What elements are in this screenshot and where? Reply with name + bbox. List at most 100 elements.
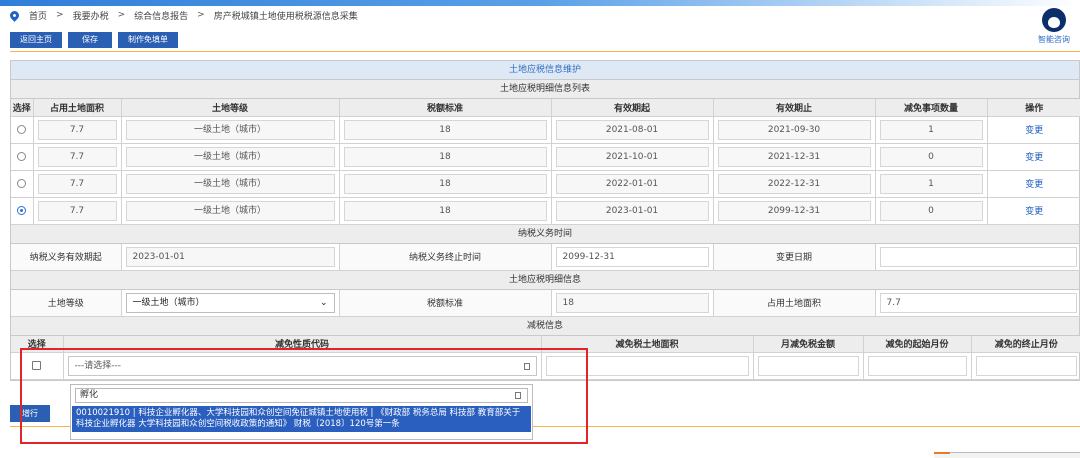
breadcrumb-tax-service[interactable]: 我要办税 bbox=[73, 9, 109, 22]
change-link[interactable]: 变更 bbox=[1025, 126, 1043, 136]
obligation-title: 纳税义务时间 bbox=[11, 224, 1079, 244]
monthly-reduction-field[interactable] bbox=[757, 356, 859, 376]
table-row: ---请选择--- bbox=[11, 352, 1080, 380]
area-cell: 7.7 bbox=[37, 119, 117, 140]
detail-info-title: 土地应税明细信息 bbox=[11, 270, 1079, 290]
start-month-field[interactable] bbox=[867, 356, 967, 376]
end-date-cell: 2099-12-31 bbox=[717, 200, 871, 221]
area-cell: 7.7 bbox=[37, 200, 117, 221]
breadcrumb-separator: > bbox=[56, 10, 64, 20]
change-date-field[interactable] bbox=[879, 246, 1077, 267]
detail-info-table: 土地等级 一级土地（城市） ⌄ 税额标准 18 占用土地面积 7.7 bbox=[11, 289, 1080, 317]
save-button[interactable]: 保存 bbox=[68, 32, 112, 48]
dropdown-search-input[interactable]: 孵化 bbox=[75, 388, 528, 403]
breadcrumb: 首页 > 我要办税 > 综合信息报告 > 房产税城镇土地使用税税源信息采集 bbox=[8, 8, 358, 22]
return-home-button[interactable]: 返回主页 bbox=[10, 32, 62, 48]
end-date-cell: 2021-12-31 bbox=[717, 146, 871, 167]
end-date-cell: 2022-12-31 bbox=[717, 173, 871, 194]
standard-cell: 18 bbox=[343, 200, 547, 221]
change-link[interactable]: 变更 bbox=[1025, 180, 1043, 190]
change-link[interactable]: 变更 bbox=[1025, 153, 1043, 163]
area-field[interactable]: 7.7 bbox=[879, 292, 1077, 313]
start-date-cell: 2021-08-01 bbox=[555, 119, 709, 140]
table-row: 7.7 一级土地（城市） 18 2023-01-01 2099-12-31 0 … bbox=[11, 197, 1080, 225]
row-select-radio[interactable] bbox=[17, 178, 27, 188]
grade-select[interactable]: 一级土地（城市） ⌄ bbox=[125, 292, 335, 313]
grade-select-value: 一级土地（城市） bbox=[132, 297, 205, 308]
area-cell: 7.7 bbox=[37, 146, 117, 167]
breadcrumb-home[interactable]: 首页 bbox=[29, 9, 47, 22]
standard-label: 税额标准 bbox=[339, 289, 552, 317]
row-select-radio[interactable] bbox=[17, 124, 27, 134]
count-cell: 1 bbox=[879, 119, 983, 140]
table-row: 7.7 一级土地（城市） 18 2022-01-01 2022-12-31 1 … bbox=[11, 170, 1080, 198]
obligation-start-label: 纳税义务有效期起 bbox=[11, 243, 122, 271]
col-header: 有效期起 bbox=[551, 99, 714, 117]
add-row-button[interactable]: 增行 bbox=[10, 405, 50, 422]
grade-cell: 一级土地（城市） bbox=[125, 119, 335, 140]
search-clear-icon bbox=[515, 392, 521, 399]
col-header: 减免事项数量 bbox=[875, 99, 988, 117]
reduction-title: 减税信息 bbox=[11, 316, 1079, 336]
reduction-row-checkbox[interactable] bbox=[32, 361, 42, 370]
col-header: 减免税土地面积 bbox=[541, 335, 754, 353]
dropdown-search-value: 孵化 bbox=[80, 390, 99, 400]
detail-table-header: 选择 占用土地面积 土地等级 税额标准 有效期起 有效期止 减免事项数量 操作 bbox=[11, 99, 1080, 117]
standard-field: 18 bbox=[555, 292, 709, 313]
standard-cell: 18 bbox=[343, 173, 547, 194]
end-month-field[interactable] bbox=[975, 356, 1077, 376]
count-cell: 0 bbox=[879, 200, 983, 221]
grade-cell: 一级土地（城市） bbox=[125, 146, 335, 167]
change-date-label: 变更日期 bbox=[713, 243, 876, 271]
col-header: 减免的终止月份 bbox=[971, 335, 1080, 353]
col-header: 选择 bbox=[11, 99, 34, 117]
area-label: 占用土地面积 bbox=[713, 289, 876, 317]
change-link[interactable]: 变更 bbox=[1025, 207, 1043, 217]
grade-cell: 一级土地（城市） bbox=[125, 200, 335, 221]
col-header: 有效期止 bbox=[713, 99, 876, 117]
horizontal-scrollbar[interactable] bbox=[934, 452, 1080, 458]
start-date-cell: 2022-01-01 bbox=[555, 173, 709, 194]
assistant-avatar-icon bbox=[1042, 8, 1066, 32]
dropdown-toggle-icon bbox=[523, 363, 530, 370]
reduction-code-placeholder: ---请选择--- bbox=[74, 361, 122, 371]
reduction-area-field[interactable] bbox=[545, 356, 749, 376]
end-date-cell: 2021-09-30 bbox=[717, 119, 871, 140]
col-header: 操作 bbox=[987, 99, 1080, 117]
grade-cell: 一级土地（城市） bbox=[125, 173, 335, 194]
reduction-table: 选择 减免性质代码 减免税土地面积 月减免税金额 减免的起始月份 减免的终止月份… bbox=[11, 335, 1080, 380]
obligation-table: 纳税义务有效期起 2023-01-01 纳税义务终止时间 2099-12-31 … bbox=[11, 243, 1080, 271]
dropdown-option-highlighted[interactable]: 0010021910 | 科技企业孵化器、大学科技园和众创空间免征城镇土地使用税… bbox=[72, 406, 531, 432]
chevron-down-icon: ⌄ bbox=[319, 297, 328, 308]
smart-consult-label: 智能咨询 bbox=[1038, 35, 1070, 44]
obligation-start-field[interactable]: 2023-01-01 bbox=[125, 246, 335, 267]
start-date-cell: 2023-01-01 bbox=[555, 200, 709, 221]
area-cell: 7.7 bbox=[37, 173, 117, 194]
start-date-cell: 2021-10-01 bbox=[555, 146, 709, 167]
detail-list-title: 土地应税明细信息列表 bbox=[11, 80, 1079, 99]
section-title: 土地应税信息维护 bbox=[11, 61, 1079, 80]
obligation-end-label: 纳税义务终止时间 bbox=[339, 243, 552, 271]
col-header: 选择 bbox=[11, 335, 64, 353]
grade-label: 土地等级 bbox=[11, 289, 122, 317]
col-header: 减免的起始月份 bbox=[863, 335, 972, 353]
reduction-code-dropdown: 孵化 0010021910 | 科技企业孵化器、大学科技园和众创空间免征城镇土地… bbox=[70, 384, 533, 440]
breadcrumb-report[interactable]: 综合信息报告 bbox=[134, 9, 188, 22]
land-tax-panel: 土地应税信息维护 土地应税明细信息列表 选择 占用土地面积 土地等级 税额标准 … bbox=[10, 60, 1080, 381]
col-header: 税额标准 bbox=[339, 99, 552, 117]
row-select-radio[interactable] bbox=[17, 151, 27, 161]
col-header: 土地等级 bbox=[121, 99, 340, 117]
obligation-end-field[interactable]: 2099-12-31 bbox=[555, 246, 709, 267]
location-pin-icon bbox=[8, 8, 21, 22]
toolbar: 返回主页 保存 制作免填单 bbox=[10, 32, 178, 48]
standard-cell: 18 bbox=[343, 119, 547, 140]
reduction-code-select[interactable]: ---请选择--- bbox=[67, 356, 537, 376]
row-select-radio-selected[interactable] bbox=[17, 205, 27, 215]
exempt-form-button[interactable]: 制作免填单 bbox=[118, 32, 178, 48]
standard-cell: 18 bbox=[343, 146, 547, 167]
count-cell: 0 bbox=[879, 146, 983, 167]
smart-consult-widget[interactable]: 智能咨询 bbox=[1032, 8, 1076, 45]
divider bbox=[10, 51, 1080, 52]
col-header: 占用土地面积 bbox=[33, 99, 122, 117]
col-header: 月减免税金额 bbox=[753, 335, 864, 353]
